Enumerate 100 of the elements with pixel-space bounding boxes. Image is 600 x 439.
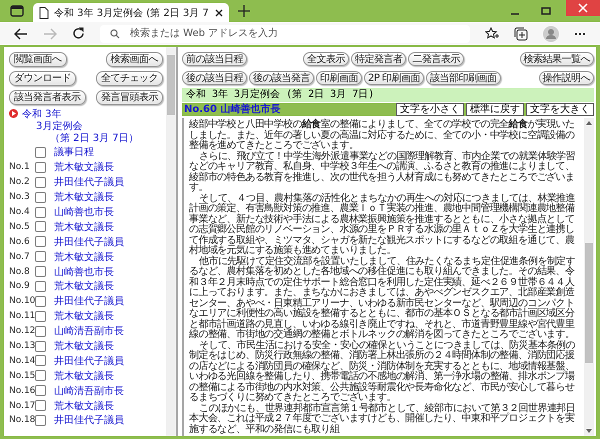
checkbox[interactable] (35, 206, 46, 218)
speaker-link[interactable]: 荒木敏文議長 (54, 279, 114, 294)
speaker-link[interactable]: 荒木敏文議長 (54, 339, 114, 354)
checkbox[interactable] (35, 236, 46, 248)
session-title: 令和 3年 3月定例会 (第 2日 3月 7日) (182, 88, 594, 102)
nav-button[interactable]: 該当部印刷画面 (426, 71, 501, 85)
checkbox[interactable] (35, 280, 46, 292)
nav-button[interactable]: 後の該当日程 (182, 71, 247, 85)
browser-tab[interactable]: 令和 3年 3月定例会 (第 2日 3月 7 (33, 3, 229, 22)
favorites-icon[interactable] (485, 27, 499, 40)
scrollbar[interactable] (166, 47, 176, 436)
search-icon (110, 28, 120, 38)
checkbox[interactable] (35, 385, 46, 396)
checkbox[interactable] (35, 296, 46, 307)
item-number: No.17 (9, 400, 36, 411)
tab-actions-icon[interactable] (10, 5, 24, 17)
play-bullet-icon (9, 109, 18, 118)
checkbox[interactable] (35, 176, 46, 188)
item-number: No.16 (9, 386, 36, 396)
checkbox[interactable] (35, 251, 46, 262)
item-number: No.5 (9, 222, 30, 232)
speaker-link[interactable]: 井田佳代子議員 (54, 413, 124, 428)
new-tab-icon[interactable] (238, 5, 250, 17)
nav-button[interactable]: 全文表示 (302, 52, 349, 66)
speaker-link[interactable]: 荒木敏文議長 (54, 160, 114, 174)
speech-paragraph: さらに、飛び立て！中学生海外派遣事業などの国際理解教育、市内企業での就業体験学習などのキャリア教育、私自身、中学校３年生への講演、ふるさと教育の推進によりまして、綾部市の特色ある教育を推進し、次の世代を担う人材育成にも努めてきたところでございます。 (189, 152, 576, 193)
item-number: No.11 (9, 311, 36, 322)
item-number: No.3 (9, 192, 30, 202)
speaker-link[interactable]: 荒木敏文議長 (54, 220, 114, 234)
checkbox[interactable] (35, 192, 46, 203)
speech-paragraph: そして、４つ目、農村集落の活性化とまちなかの再生への対応につきましては、林業推進計画の策定、有害鳥獣対策の推進、農業ＩｏＴ実装の推進、農地中間管理機構関連農地整備事業など、新たな技術や手法による農林業振興施策を推進するとともに、小さな拠点としての志賀郷公民館のリノベーション、水源の里をＰＲする水源の里ＡｔｏＺを大学生と連携して作成する取組や、ミツマタ、シャガを新たな観光スポットにするなどの取組を通じて、農村地域を元気にする施策も進めてまいりました。 (189, 194, 576, 256)
speaker-link[interactable]: 荒木敏文議長 (54, 250, 114, 264)
checkbox[interactable] (35, 310, 46, 322)
nav-button[interactable]: 印刷画面 (316, 71, 362, 85)
item-number: No.4 (9, 207, 30, 217)
item-number: No.9 (9, 281, 30, 292)
speaker-link[interactable]: 荒木敏文議長 (54, 398, 114, 413)
nav-button[interactable]: 操作説明へ (538, 71, 594, 85)
tree-item[interactable]: 3月定例会 (36, 121, 82, 132)
checkbox[interactable] (35, 146, 46, 158)
speaker-link[interactable]: 井田佳代子議員 (54, 354, 124, 368)
page-icon (39, 6, 49, 18)
nav-button[interactable]: ダウンロード (9, 71, 76, 86)
font-size-button[interactable]: 文字を大きく (526, 103, 594, 116)
nav-button[interactable]: 後の該当発言 (249, 71, 314, 85)
speaker-name: No.60 山崎善也市長 (183, 104, 282, 116)
item-number: No.7 (9, 252, 30, 262)
checkbox[interactable] (35, 221, 46, 232)
item-number: No.12 (9, 326, 36, 336)
font-size-button[interactable]: 文字を小さく (396, 103, 464, 116)
font-size-button[interactable]: 標準に戻す (466, 103, 524, 116)
item-number: No.2 (9, 177, 30, 188)
speaker-link[interactable]: 井田佳代子議員 (54, 234, 124, 249)
speaker-link[interactable]: 荒木敏文議長 (54, 190, 114, 204)
tree-item[interactable]: 令和 3年 (22, 109, 62, 120)
forward-icon[interactable] (43, 28, 57, 40)
address-bar[interactable]: 検索または Web アドレスを入力 (100, 24, 470, 42)
nav-button[interactable]: 二発言表示 (408, 52, 464, 66)
checkbox[interactable] (35, 414, 46, 426)
maximize-icon[interactable] (541, 6, 551, 16)
nav-button[interactable]: 発言冒頭表示 (96, 90, 163, 105)
nav-button[interactable]: 前の該当日程 (182, 52, 247, 66)
item-number: No.6 (9, 236, 30, 247)
nav-button[interactable]: 閲覧画面へ (9, 52, 66, 67)
tree-item[interactable]: （第 2日 3月 7日） (50, 133, 139, 144)
nav-button[interactable]: 特定発言者 (350, 52, 406, 66)
checkbox[interactable] (35, 370, 46, 382)
speaker-link[interactable]: 荒木敏文議長 (54, 309, 114, 324)
back-icon[interactable] (14, 28, 28, 40)
speaker-link[interactable]: 山崎清吾副市長 (54, 324, 124, 338)
close-icon[interactable] (215, 8, 223, 16)
scrollbar[interactable] (584, 118, 594, 436)
checkbox[interactable] (35, 326, 46, 337)
more-icon[interactable] (574, 32, 586, 36)
speaker-link[interactable]: 山崎善也市長 (54, 205, 114, 219)
speaker-link[interactable]: 井田佳代子議員 (54, 175, 124, 190)
speaker-link[interactable]: 荒木敏文議長 (54, 368, 114, 383)
checkbox[interactable] (35, 355, 46, 366)
nav-button[interactable]: 全てチェック (96, 71, 163, 86)
checkbox[interactable] (35, 400, 46, 412)
speaker-link[interactable]: 山崎清吾副市長 (54, 384, 124, 398)
scroll-down-icon[interactable] (586, 429, 592, 433)
item-number: No.8 (9, 266, 30, 277)
avatar-icon[interactable] (543, 26, 559, 42)
speaker-link[interactable]: 議事日程 (54, 145, 94, 160)
checkbox[interactable] (35, 266, 46, 278)
refresh-icon[interactable] (72, 27, 85, 40)
nav-button[interactable]: 2P 印刷画面 (364, 71, 424, 85)
speech-paragraph: そして、市民生活における安全・安心の確保ということにつきましては、防災基本条例の制定をはじめ、防災行政無線の整備、消防署上林出張所の２４時間体制の整備、消防団応援の店などによる消防団員の確保など、防災・消防体制を充実するとともに、地域情報基盤、いわゆる光回線を整備したり、携帯電話の不感地の解消、第一浄水場の整備、排水ポンプ場の整備による市街地の内水対策、公共施設等耐震化や長寿命化など、市民が安心して暮らせるまちづくりに努めてきたところでございます。 (189, 340, 576, 403)
nav-button[interactable]: 該当発言者表示 (9, 90, 86, 105)
scroll-up-icon[interactable] (586, 121, 592, 125)
nav-button[interactable]: 検索結果一覧へ (520, 52, 594, 66)
nav-button[interactable]: 検索画面へ (106, 52, 163, 67)
item-number: No.15 (9, 370, 36, 381)
collections-icon[interactable] (514, 26, 528, 40)
speaker-link[interactable]: 井田佳代子議員 (54, 294, 124, 308)
checkbox[interactable] (35, 340, 46, 352)
speaker-link[interactable]: 山崎善也市長 (54, 264, 114, 279)
item-number: No.13 (9, 341, 36, 352)
checkbox[interactable] (35, 162, 46, 173)
